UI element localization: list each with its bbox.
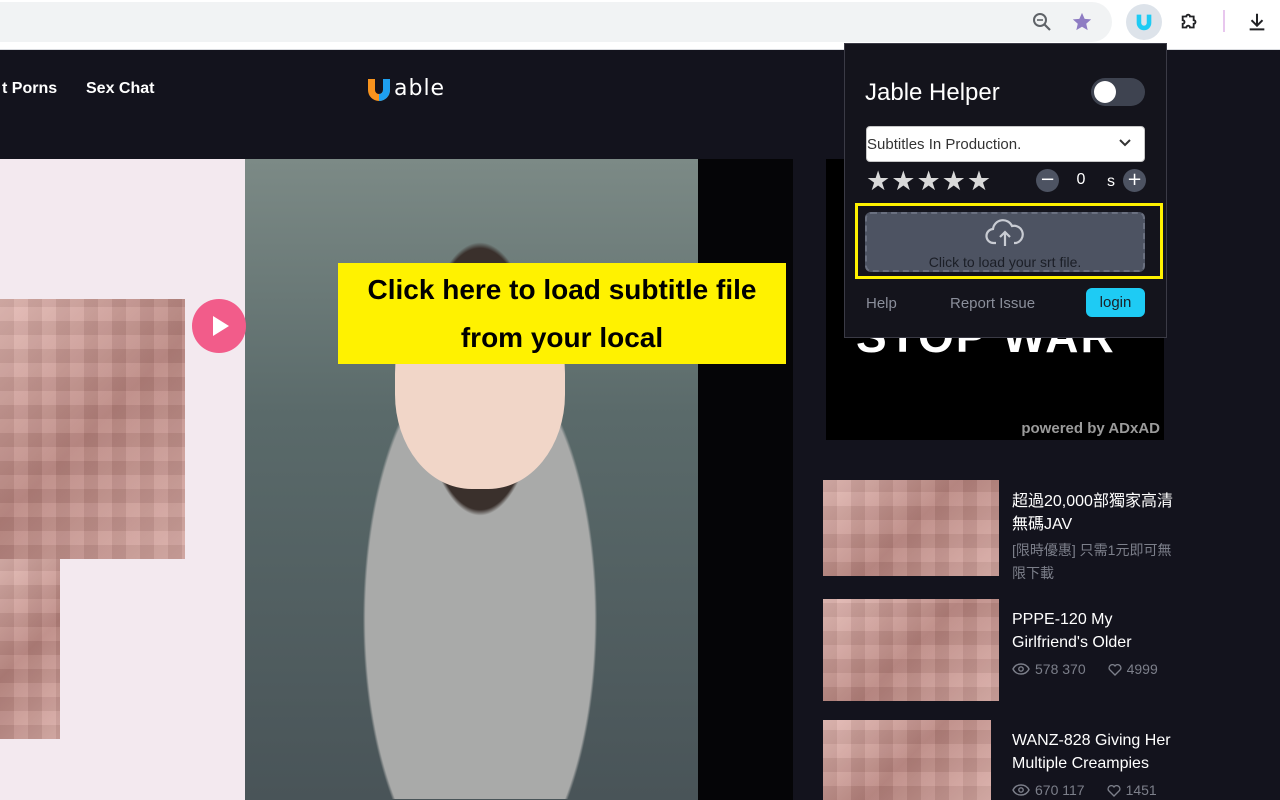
related-thumbnail[interactable] xyxy=(823,720,991,800)
star-icon[interactable]: ★ xyxy=(967,168,991,196)
related-thumbnail[interactable] xyxy=(823,480,999,576)
star-icon[interactable]: ★ xyxy=(891,168,915,196)
play-icon xyxy=(213,316,229,336)
ad-powered-by: powered by ADxAD xyxy=(1021,420,1160,437)
popup-title: Jable Helper xyxy=(865,79,1000,106)
report-issue-link[interactable]: Report Issue xyxy=(950,295,1035,312)
play-button[interactable] xyxy=(192,299,246,353)
enable-toggle[interactable] xyxy=(1091,78,1145,106)
pixelated-region xyxy=(0,559,60,739)
star-icon[interactable]: ★ xyxy=(866,168,890,196)
login-button[interactable]: login xyxy=(1086,288,1145,317)
cover-side-panel xyxy=(0,159,245,800)
related-stats: 578 370 4999 xyxy=(1012,661,1158,677)
toolbar-separator xyxy=(1223,10,1225,32)
star-icon[interactable]: ★ xyxy=(916,168,940,196)
callout-line-2: from your local xyxy=(460,321,664,353)
cloud-upload-icon xyxy=(985,219,1024,246)
site-logo[interactable]: able xyxy=(366,76,445,101)
related-subtitle: [限時優惠] 只需1元即可無限下載 xyxy=(1012,542,1172,581)
chevron-down-icon xyxy=(1119,139,1131,147)
related-stats: 670 117 1451 xyxy=(1012,782,1157,798)
like-count: 1451 xyxy=(1125,782,1157,798)
help-link[interactable]: Help xyxy=(866,295,897,312)
subtitle-select-value: Subtitles In Production. xyxy=(867,135,1022,153)
star-icon[interactable]: ★ xyxy=(942,168,966,196)
offset-unit: s xyxy=(1107,173,1115,190)
related-video-item[interactable]: WANZ-828 Giving Her Multiple Creampies 6… xyxy=(823,720,1183,800)
rating-stars[interactable]: ★ ★ ★ ★ ★ xyxy=(866,168,991,196)
heart-icon xyxy=(1107,784,1121,797)
nav-link-sex-chat[interactable]: Sex Chat xyxy=(86,80,154,98)
callout-line-1: Click here to load subtitle file xyxy=(367,273,757,305)
logo-text: able xyxy=(394,76,446,101)
related-thumbnail[interactable] xyxy=(823,599,999,701)
upload-srt-dropzone[interactable]: Click to load your srt file. xyxy=(865,212,1145,272)
download-icon[interactable] xyxy=(1243,8,1271,36)
zoom-icon[interactable] xyxy=(1028,8,1056,36)
video-cover-image xyxy=(0,159,698,800)
increment-button[interactable]: + xyxy=(1123,169,1146,192)
like-count: 4999 xyxy=(1126,661,1158,677)
upload-text: Click to load your srt file. xyxy=(928,254,1082,270)
nav-link-porns[interactable]: t Porns xyxy=(2,80,57,98)
eye-icon xyxy=(1012,784,1030,796)
related-video-item[interactable]: 超過20,000部獨家高清無碼JAV [限時優惠] 只需1元即可無限下載 xyxy=(823,480,1183,585)
view-count: 578 370 xyxy=(1035,661,1086,677)
related-video-item[interactable]: PPPE-120 My Girlfriend's Older 578 370 4… xyxy=(823,599,1183,704)
offset-stepper: − 0 s + xyxy=(1036,169,1146,193)
extension-popup: Jable Helper Subtitles In Production. ★ … xyxy=(844,43,1167,338)
heart-icon xyxy=(1108,663,1122,676)
related-title[interactable]: WANZ-828 Giving Her Multiple Creampies xyxy=(1012,729,1177,775)
logo-icon xyxy=(368,78,390,101)
pixelated-region xyxy=(0,299,185,559)
offset-value[interactable]: 0 xyxy=(1074,171,1088,189)
related-title[interactable]: 超過20,000部獨家高清無碼JAV xyxy=(1012,490,1177,536)
jable-helper-extension-icon[interactable] xyxy=(1126,4,1162,40)
address-bar[interactable] xyxy=(0,2,1112,42)
instruction-callout: Click here to load subtitle file from yo… xyxy=(338,263,786,364)
bookmark-star-icon[interactable] xyxy=(1068,8,1096,36)
toggle-knob xyxy=(1094,81,1116,103)
extensions-puzzle-icon[interactable] xyxy=(1176,8,1204,36)
subtitle-select[interactable]: Subtitles In Production. xyxy=(866,126,1145,162)
decrement-button[interactable]: − xyxy=(1036,169,1059,192)
eye-icon xyxy=(1012,663,1030,675)
view-count: 670 117 xyxy=(1035,782,1085,798)
related-title[interactable]: PPPE-120 My Girlfriend's Older xyxy=(1012,608,1177,654)
